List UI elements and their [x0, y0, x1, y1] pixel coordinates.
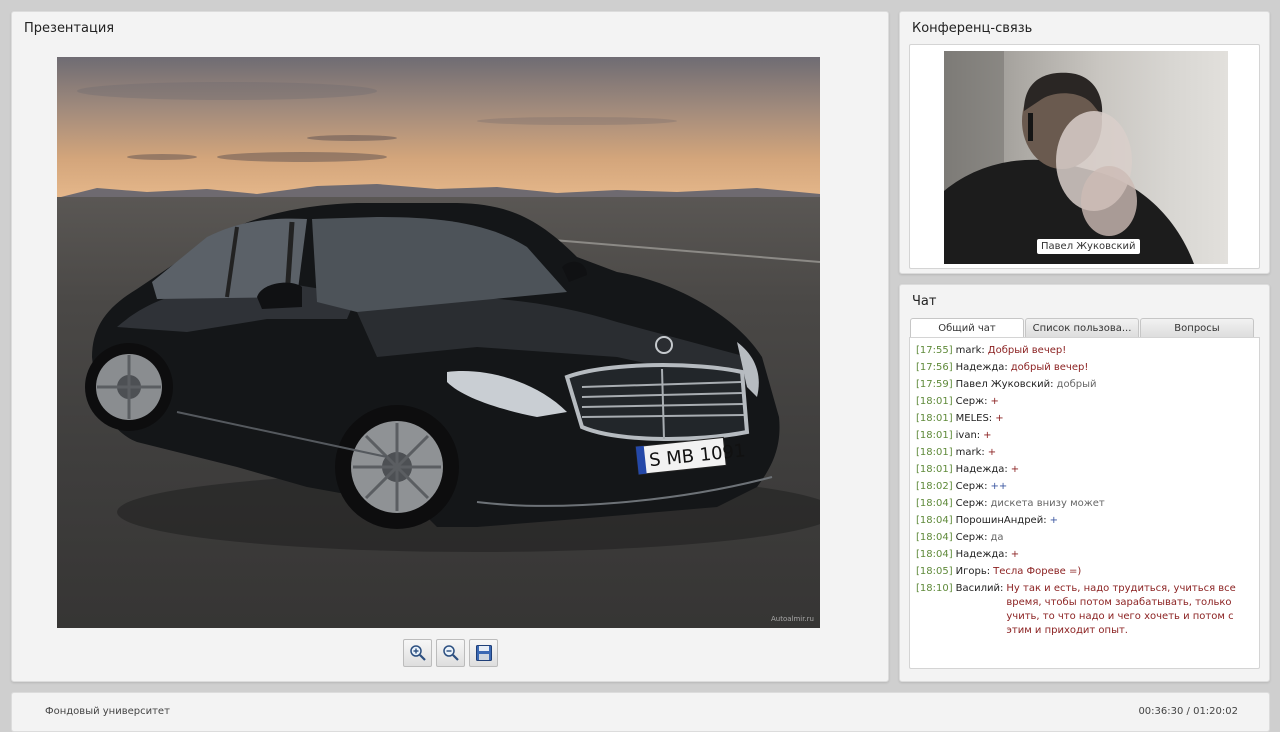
message-author: ПорошинАндрей: — [955, 515, 1047, 526]
message-time: [18:04] — [916, 549, 953, 560]
message-text: + — [983, 430, 992, 441]
message-time: [18:01] — [916, 430, 953, 441]
message-author: Надежда: — [955, 362, 1008, 373]
chat-message: [18:04] Надежда: + — [916, 548, 1253, 562]
message-author: Игорь: — [955, 566, 991, 577]
chat-message: [18:01] MELES: + — [916, 412, 1253, 426]
message-time: [18:02] — [916, 481, 953, 492]
message-author: Серж: — [955, 396, 988, 407]
chat-message: [18:02] Серж: ++ — [916, 480, 1253, 494]
message-text: + — [990, 396, 999, 407]
save-icon — [475, 645, 492, 661]
message-time: [18:01] — [916, 396, 953, 407]
slide-watermark: Autoalmir.ru — [770, 615, 814, 623]
chat-log[interactable]: [17:55] mark: Добрый вечер! [17:56] Надежда:… — [909, 337, 1260, 669]
message-text: добрый — [1056, 379, 1097, 390]
participant-figure — [944, 51, 1194, 264]
zoom-out-button[interactable] — [436, 639, 465, 667]
chat-message: [17:56] Надежда: добрый вечер! — [916, 361, 1253, 375]
message-text: + — [1049, 515, 1058, 526]
message-text: + — [1010, 549, 1020, 560]
participant-name-label: Павел Жуковский — [1037, 239, 1140, 254]
tab-general-chat[interactable]: Общий чат — [910, 318, 1024, 338]
chat-message: [18:10] Василий: Ну так и есть, надо труди… — [916, 582, 1253, 638]
chat-message: [17:59] Павел Жуковский: добрый — [916, 378, 1253, 392]
conference-title: Конференц-связь — [912, 21, 1033, 36]
message-time: [18:04] — [916, 532, 953, 543]
presentation-slide: S MB 1091 Autoalmir.ru — [57, 57, 820, 628]
organization-name: Фондовый университет — [45, 706, 170, 717]
message-author: Василий: — [955, 583, 1004, 594]
message-author: Серж: — [955, 481, 988, 492]
presentation-panel: Презентация S MB 1091 Autoalmir.ru — [11, 11, 889, 682]
message-text: + — [1010, 464, 1020, 475]
message-text: Добрый вечер! — [987, 345, 1067, 356]
message-text: Ну так и есть, надо трудиться, учиться в… — [1006, 583, 1236, 636]
message-text: + — [995, 413, 1004, 424]
message-text: Тесла Фореве =) — [993, 566, 1082, 577]
webcam-video[interactable]: Павел Жуковский — [944, 51, 1228, 264]
chat-message: [18:04] ПорошинАндрей: + — [916, 514, 1253, 528]
car-image: S MB 1091 — [85, 203, 820, 552]
zoom-in-icon — [409, 645, 426, 661]
conference-panel: Конференц-связь Павел Жуковский — [899, 11, 1270, 274]
message-author: MELES: — [955, 413, 993, 424]
message-time: [17:59] — [916, 379, 953, 390]
message-time: [18:05] — [916, 566, 953, 577]
message-time: [18:04] — [916, 498, 953, 509]
message-text: ++ — [990, 481, 1008, 492]
message-author: mark: — [955, 447, 985, 458]
message-author: mark: — [955, 345, 985, 356]
footer-bar: Фондовый университет 00:36:30 / 01:20:02 — [11, 692, 1270, 732]
video-container: Павел Жуковский — [909, 44, 1260, 269]
message-text: да — [990, 532, 1004, 543]
zoom-in-button[interactable] — [403, 639, 432, 667]
chat-panel: Чат Общий чат Список пользова... Вопросы… — [899, 284, 1270, 682]
message-time: [17:56] — [916, 362, 953, 373]
message-author: Надежда: — [955, 464, 1008, 475]
slide-toolbar — [403, 639, 498, 667]
message-text: + — [987, 447, 997, 458]
message-author: Серж: — [955, 498, 988, 509]
save-button[interactable] — [469, 639, 498, 667]
message-text: дискета внизу может — [990, 498, 1105, 509]
chat-message: [18:01] Надежда: + — [916, 463, 1253, 477]
chat-message: [18:04] Серж: дискета внизу может — [916, 497, 1253, 511]
message-time: [18:01] — [916, 464, 953, 475]
message-time: [18:04] — [916, 515, 953, 526]
tab-questions[interactable]: Вопросы — [1140, 318, 1254, 338]
message-author: Павел Жуковский: — [955, 379, 1054, 390]
chat-title: Чат — [912, 294, 937, 309]
message-time: [18:10] — [916, 583, 953, 594]
chat-tabs: Общий чат Список пользова... Вопросы — [910, 318, 1255, 338]
chat-message: [18:01] ivan: + — [916, 429, 1253, 443]
message-author: Надежда: — [955, 549, 1008, 560]
chat-message: [18:05] Игорь: Тесла Фореве =) — [916, 565, 1253, 579]
session-timer: 00:36:30 / 01:20:02 — [1138, 706, 1238, 717]
zoom-out-icon — [442, 645, 459, 661]
message-author: ivan: — [955, 430, 981, 441]
tab-user-list[interactable]: Список пользова... — [1025, 318, 1139, 338]
chat-message: [17:55] mark: Добрый вечер! — [916, 344, 1253, 358]
message-time: [18:01] — [916, 413, 953, 424]
presentation-title: Презентация — [24, 21, 115, 36]
message-time: [17:55] — [916, 345, 953, 356]
chat-message: [18:04] Серж: да — [916, 531, 1253, 545]
message-time: [18:01] — [916, 447, 953, 458]
message-author: Серж: — [955, 532, 988, 543]
message-text: добрый вечер! — [1010, 362, 1089, 373]
chat-message: [18:01] Серж: + — [916, 395, 1253, 409]
chat-message: [18:01] mark: + — [916, 446, 1253, 460]
